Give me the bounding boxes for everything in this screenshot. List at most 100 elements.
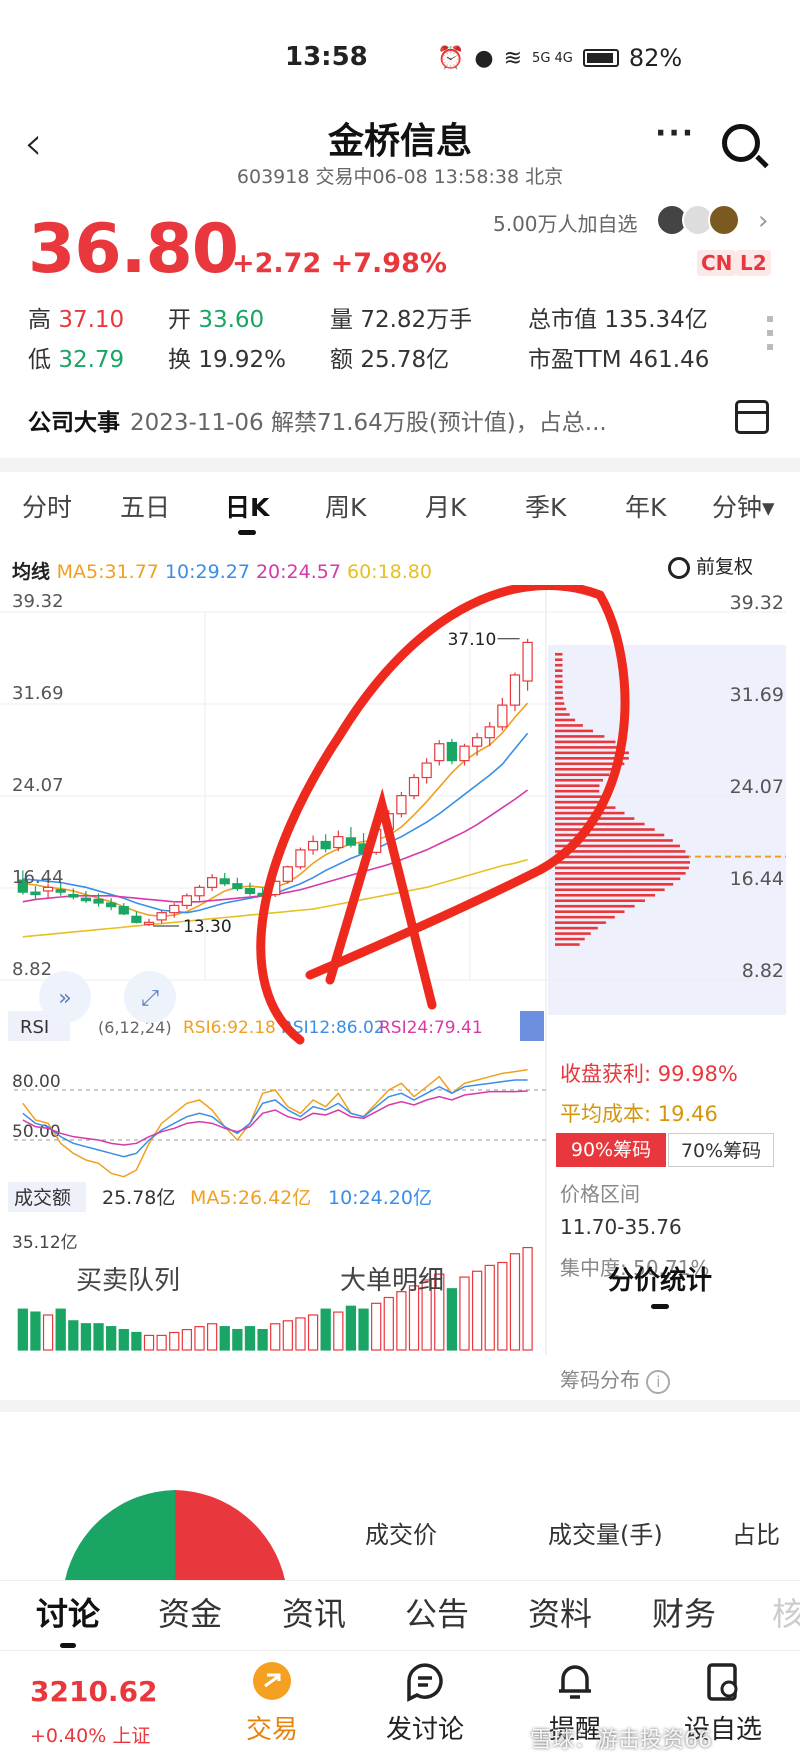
y-tick-right: 31.69 bbox=[730, 684, 784, 706]
tab-kline-7[interactable]: 分钟▾ bbox=[712, 488, 775, 524]
market-badge-l2[interactable]: L2 bbox=[736, 250, 771, 276]
followers-count[interactable]: 5.00万人加自选 bbox=[493, 208, 638, 237]
turnover-bar bbox=[156, 1334, 167, 1351]
chip-tab-90[interactable]: 90%筹码 bbox=[556, 1133, 666, 1167]
ma-legend-title: 均线 bbox=[12, 561, 57, 583]
turnover-legend-item: MA5:26.42亿 bbox=[190, 1187, 311, 1209]
nav-trade[interactable]: 交易 bbox=[217, 1659, 327, 1746]
rsi-params: (6,12,24) bbox=[98, 1018, 172, 1037]
index-value[interactable]: 3210.62 bbox=[30, 1675, 158, 1708]
rsi-legend-item: RSI24:79.41 bbox=[379, 1018, 483, 1038]
tab-kline-1[interactable]: 五日 bbox=[120, 488, 170, 524]
candle-body bbox=[522, 641, 533, 682]
tab-kline-3[interactable]: 周K bbox=[325, 488, 366, 524]
company-event[interactable]: 公司大事 2023-11-06 解禁71.64万股(预计值)，占总... bbox=[28, 403, 607, 437]
chip-bar bbox=[555, 910, 625, 913]
candle-body bbox=[30, 891, 41, 896]
more-icon[interactable]: ··· bbox=[655, 116, 695, 151]
chip-bar bbox=[555, 658, 563, 662]
candle-body bbox=[459, 745, 470, 762]
search-icon[interactable] bbox=[722, 124, 760, 162]
y-tick-right: 8.82 bbox=[742, 960, 784, 982]
stat-item: 额 25.78亿 bbox=[330, 340, 449, 374]
more-vertical-icon[interactable] bbox=[767, 316, 773, 356]
chip-bar bbox=[555, 850, 686, 853]
col-ratio: 占比 bbox=[732, 1521, 780, 1549]
y-tick-left: 8.82 bbox=[12, 959, 52, 980]
tab-kline-5[interactable]: 季K bbox=[525, 488, 566, 524]
candle-body bbox=[80, 897, 92, 902]
status-icons: ⏰ ● ≋ 5G 4G 82% bbox=[437, 44, 682, 72]
market-badge-cn[interactable]: CN bbox=[697, 250, 737, 276]
chevron-right-icon[interactable]: › bbox=[758, 206, 768, 236]
divider bbox=[0, 458, 800, 472]
chip-bar bbox=[555, 932, 591, 935]
candle-body bbox=[106, 902, 117, 908]
stock-subtitle: 603918 交易中06-08 13:58:38 北京 bbox=[236, 166, 564, 188]
turnover-value: 25.78亿 bbox=[102, 1187, 175, 1209]
chip-bar bbox=[555, 822, 645, 826]
turnover-bar bbox=[307, 1314, 319, 1351]
y-tick-left: 31.69 bbox=[12, 683, 64, 704]
candle-body bbox=[131, 915, 142, 923]
chip-bar bbox=[555, 724, 583, 727]
tab-kline-6[interactable]: 年K bbox=[625, 488, 666, 524]
candle-body bbox=[244, 887, 256, 894]
tab-kline-2[interactable]: 日K bbox=[225, 488, 269, 535]
settings-icon bbox=[668, 556, 690, 579]
turnover-legend-item: 10:24.20亿 bbox=[328, 1187, 432, 1209]
tab-info-0[interactable]: 讨论 bbox=[36, 1589, 100, 1648]
adjust-toggle[interactable]: 前复权 bbox=[668, 552, 753, 579]
battery-percent: 82% bbox=[628, 44, 683, 72]
add-watch-icon bbox=[707, 1663, 738, 1701]
rsi-panel: RSI (6,12,24) RSI6:92.18 RSI12:86.02RSI24:7… bbox=[8, 1011, 546, 1178]
candle-body bbox=[408, 776, 420, 797]
chip-bar bbox=[555, 888, 665, 892]
chip-bar bbox=[555, 943, 580, 946]
tab-info-2[interactable]: 资讯 bbox=[282, 1589, 346, 1635]
y-tick-left: 24.07 bbox=[12, 775, 64, 796]
double-chevron-icon: » bbox=[58, 986, 71, 1011]
ma-legend-item: 20:24.57 bbox=[255, 561, 347, 583]
turnover-bar bbox=[80, 1323, 92, 1351]
status-bar: 13:58 ⏰ ● ≋ 5G 4G 82% bbox=[0, 30, 800, 90]
location-icon: ● bbox=[474, 45, 494, 71]
chip-bar bbox=[555, 740, 616, 744]
candle-body bbox=[93, 898, 104, 904]
tab-trade-0[interactable]: 买卖队列 bbox=[76, 1260, 180, 1297]
chip-bar bbox=[555, 735, 605, 738]
stat-label: 量 bbox=[330, 307, 361, 333]
kline-chart[interactable]: 39.32 39.32 31.69 31.69 24.07 24.07 16.44 16.44… bbox=[0, 585, 800, 1355]
chip-bar bbox=[555, 685, 563, 689]
tab-info-3[interactable]: 公告 bbox=[405, 1589, 469, 1635]
chip-bar bbox=[555, 811, 625, 815]
tab-kline-4[interactable]: 月K bbox=[425, 488, 466, 524]
chip-tab-70[interactable]: 70%筹码 bbox=[668, 1133, 774, 1167]
stat-value: 19.92% bbox=[198, 347, 287, 373]
tab-trade-1[interactable]: 大单明细 bbox=[340, 1260, 444, 1297]
stat-label: 市盈TTM bbox=[528, 347, 629, 373]
turnover-bar bbox=[131, 1331, 142, 1351]
follower-avatars[interactable] bbox=[656, 204, 746, 240]
candle-body bbox=[68, 893, 79, 898]
stat-item: 低 32.79 bbox=[28, 340, 124, 374]
candle-body bbox=[320, 840, 331, 850]
rsi-line bbox=[22, 1079, 528, 1158]
tab-info-5[interactable]: 财务 bbox=[652, 1589, 716, 1635]
chip-bar bbox=[555, 926, 598, 930]
candle-body bbox=[206, 877, 218, 888]
chip-bar bbox=[555, 861, 690, 864]
tab-info-4[interactable]: 资料 bbox=[528, 1589, 592, 1635]
y-tick-left: 39.32 bbox=[12, 591, 64, 612]
tab-info-1[interactable]: 资金 bbox=[158, 1589, 222, 1635]
chip-footer[interactable]: 筹码分布 i bbox=[560, 1364, 671, 1394]
calendar-icon[interactable] bbox=[735, 400, 769, 434]
chip-bar bbox=[555, 652, 563, 656]
stat-label: 开 bbox=[168, 307, 199, 333]
nav-discuss[interactable]: 发讨论 bbox=[370, 1659, 480, 1746]
tab-info-6[interactable]: 核 bbox=[772, 1589, 800, 1635]
candle-body bbox=[446, 741, 458, 762]
turnover-bar bbox=[106, 1326, 117, 1351]
tab-trade-2[interactable]: 分价统计 bbox=[608, 1260, 712, 1309]
tab-kline-0[interactable]: 分时 bbox=[22, 488, 72, 524]
